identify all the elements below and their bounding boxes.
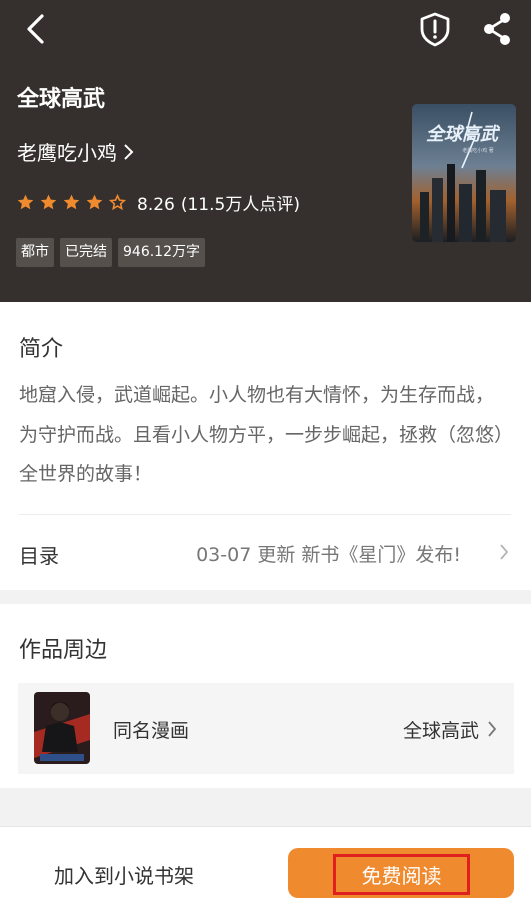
back-arrow-icon	[27, 14, 44, 44]
toc-row[interactable]: 目录 03-07 更新 新书《星门》发布!	[0, 520, 531, 586]
share-button[interactable]	[478, 10, 516, 48]
chevron-right-icon	[488, 721, 497, 737]
book-cover[interactable]: 全球高武 老鹰吃小鸡 著	[412, 104, 516, 242]
cover-title: 全球高武	[426, 124, 501, 145]
comic-label: 同名漫画	[113, 720, 190, 742]
bottom-action-bar: 加入到小说书架 免费阅读	[0, 826, 531, 911]
back-button[interactable]	[20, 12, 54, 46]
author-name: 老鹰吃小鸡	[17, 141, 117, 165]
book-header: 全球高武 老鹰吃小鸡 8.26 (11.5万人点评) 都市 已完结 946.12万…	[0, 0, 531, 302]
free-read-label: 免费阅读	[361, 864, 442, 888]
rating-row: 8.26 (11.5万人点评)	[16, 190, 306, 215]
tag-status: 已完结	[60, 238, 112, 267]
report-button[interactable]	[416, 10, 454, 48]
book-cover-image: 全球高武 老鹰吃小鸡 著	[412, 104, 516, 242]
book-title: 全球高武	[17, 87, 106, 112]
add-to-shelf-button[interactable]: 加入到小说书架	[54, 860, 194, 889]
shield-alert-icon	[420, 12, 450, 47]
intro-heading: 简介	[19, 337, 64, 362]
rating-score: 8.26	[137, 195, 175, 215]
comic-item[interactable]: 同名漫画 全球高武	[18, 683, 514, 774]
toc-label: 目录	[19, 544, 59, 568]
highlight-box: 免费阅读	[333, 854, 470, 895]
chevron-right-icon	[124, 143, 134, 160]
star-icon	[17, 194, 34, 210]
tag-list: 都市 已完结 946.12万字	[16, 238, 205, 267]
rating-text: 8.26 (11.5万人点评)	[137, 190, 306, 215]
review-count: (11.5万人点评)	[180, 195, 300, 215]
chevron-right-icon	[500, 544, 509, 560]
star-icon	[63, 194, 80, 210]
star-icon	[86, 194, 103, 210]
tag-wordcount: 946.12万字	[118, 238, 205, 267]
share-icon	[484, 13, 510, 45]
tag-genre[interactable]: 都市	[16, 238, 54, 267]
author-link[interactable]: 老鹰吃小鸡	[17, 137, 135, 166]
peripherals-heading: 作品周边	[19, 638, 108, 663]
star-outline-icon	[108, 193, 127, 211]
star-icon	[40, 194, 57, 210]
comic-name: 全球高武	[402, 720, 479, 742]
intro-text[interactable]: 地窟入侵，武道崛起。小人物也有大情怀，为生存而战，为守护而战。且看小人物方平，一…	[19, 376, 511, 495]
cover-subtitle: 老鹰吃小鸡 著	[462, 147, 494, 154]
divider	[19, 514, 511, 515]
toc-latest-update: 03-07 更新 新书《星门》发布!	[196, 544, 461, 566]
free-read-button[interactable]: 免费阅读	[288, 848, 514, 898]
comic-thumbnail	[34, 692, 90, 764]
